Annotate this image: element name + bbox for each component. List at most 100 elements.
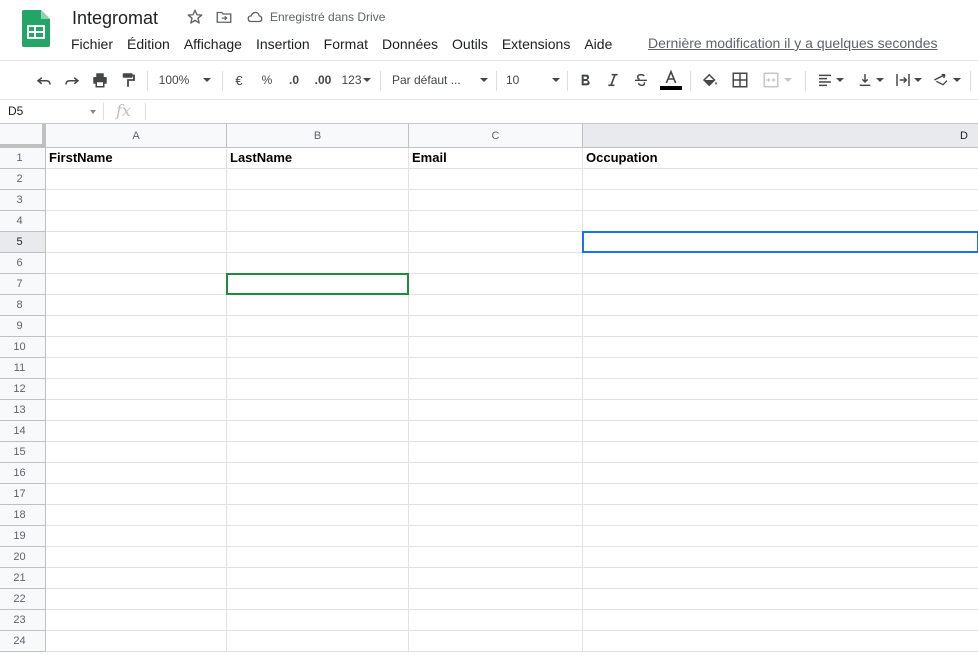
column-header-a[interactable]: A [46,124,227,148]
cell-a15[interactable] [46,442,227,463]
cell-a20[interactable] [46,547,227,568]
cell-d13[interactable] [583,400,978,421]
menu-aide[interactable]: Aide [577,34,619,54]
cell-c17[interactable] [409,484,583,505]
cell-b19[interactable] [227,526,409,547]
column-header-b[interactable]: B [227,124,409,148]
cell-d23[interactable] [583,610,978,631]
row-header-21[interactable]: 21 [0,568,46,589]
chevron-down-icon[interactable] [90,110,96,114]
cell-b1[interactable]: LastName [227,148,409,169]
cell-a17[interactable] [46,484,227,505]
row-header-16[interactable]: 16 [0,463,46,484]
cell-d12[interactable] [583,379,978,400]
font-size-select[interactable]: 10 [506,61,560,99]
row-header-10[interactable]: 10 [0,337,46,358]
cell-b11[interactable] [227,358,409,379]
cell-c4[interactable] [409,211,583,232]
cell-d21[interactable] [583,568,978,589]
document-title[interactable]: Integromat [72,8,158,29]
cell-a11[interactable] [46,358,227,379]
row-header-15[interactable]: 15 [0,442,46,463]
cell-c5[interactable] [409,232,583,253]
cell-d17[interactable] [583,484,978,505]
cell-d11[interactable] [583,358,978,379]
cell-c18[interactable] [409,505,583,526]
italic-icon[interactable] [603,61,623,99]
cell-c21[interactable] [409,568,583,589]
row-header-5[interactable]: 5 [0,232,46,253]
more-formats-button[interactable]: 123 [339,61,373,99]
cell-c9[interactable] [409,316,583,337]
menu-donnees[interactable]: Données [375,34,445,54]
row-header-3[interactable]: 3 [0,190,46,211]
cell-b14[interactable] [227,421,409,442]
cell-d6[interactable] [583,253,978,274]
cell-a14[interactable] [46,421,227,442]
cell-a21[interactable] [46,568,227,589]
cell-d20[interactable] [583,547,978,568]
cell-b2[interactable] [227,169,409,190]
cell-a7[interactable] [46,274,227,295]
print-icon[interactable] [89,61,111,99]
undo-icon[interactable] [33,61,55,99]
borders-icon[interactable] [729,61,751,99]
cell-c23[interactable] [409,610,583,631]
cloud-saved-icon[interactable] [246,8,264,26]
cell-a24[interactable] [46,631,227,652]
cell-d24[interactable] [583,631,978,652]
row-header-4[interactable]: 4 [0,211,46,232]
menu-outils[interactable]: Outils [445,34,495,54]
cell-b21[interactable] [227,568,409,589]
cell-c1[interactable]: Email [409,148,583,169]
cell-b7[interactable] [227,274,409,295]
cell-a18[interactable] [46,505,227,526]
last-edit-link[interactable]: Dernière modification il y a quelques se… [648,35,938,51]
cell-c12[interactable] [409,379,583,400]
cell-d15[interactable] [583,442,978,463]
cell-b12[interactable] [227,379,409,400]
cell-c19[interactable] [409,526,583,547]
cell-a19[interactable] [46,526,227,547]
text-rotation-icon[interactable] [929,61,963,99]
cell-b9[interactable] [227,316,409,337]
cell-b18[interactable] [227,505,409,526]
cell-c3[interactable] [409,190,583,211]
cell-a9[interactable] [46,316,227,337]
percent-format-button[interactable]: % [258,61,276,99]
cell-b6[interactable] [227,253,409,274]
cell-b22[interactable] [227,589,409,610]
cell-d7[interactable] [583,274,978,295]
cell-b24[interactable] [227,631,409,652]
row-header-6[interactable]: 6 [0,253,46,274]
cell-b4[interactable] [227,211,409,232]
cell-c20[interactable] [409,547,583,568]
menu-edition[interactable]: Édition [120,34,177,54]
cell-a22[interactable] [46,589,227,610]
menu-format[interactable]: Format [317,34,375,54]
row-header-2[interactable]: 2 [0,169,46,190]
cell-b5[interactable] [227,232,409,253]
bold-icon[interactable] [575,61,595,99]
star-icon[interactable] [186,8,204,26]
cell-b17[interactable] [227,484,409,505]
row-header-20[interactable]: 20 [0,547,46,568]
paint-format-icon[interactable] [117,61,139,99]
move-folder-icon[interactable] [215,8,233,26]
row-header-18[interactable]: 18 [0,505,46,526]
cell-a10[interactable] [46,337,227,358]
horizontal-align-icon[interactable] [813,61,847,99]
sheets-logo-icon[interactable] [22,10,50,47]
cell-d5[interactable] [583,232,978,253]
formula-input[interactable] [152,103,972,121]
cell-a1[interactable]: FirstName [46,148,227,169]
cell-c24[interactable] [409,631,583,652]
increase-decimals-button[interactable]: .00 [311,61,335,99]
cell-b16[interactable] [227,463,409,484]
menu-fichier[interactable]: Fichier [64,34,120,54]
name-box[interactable]: D5 [8,104,23,118]
row-header-22[interactable]: 22 [0,589,46,610]
cell-a13[interactable] [46,400,227,421]
cell-d2[interactable] [583,169,978,190]
cell-d14[interactable] [583,421,978,442]
